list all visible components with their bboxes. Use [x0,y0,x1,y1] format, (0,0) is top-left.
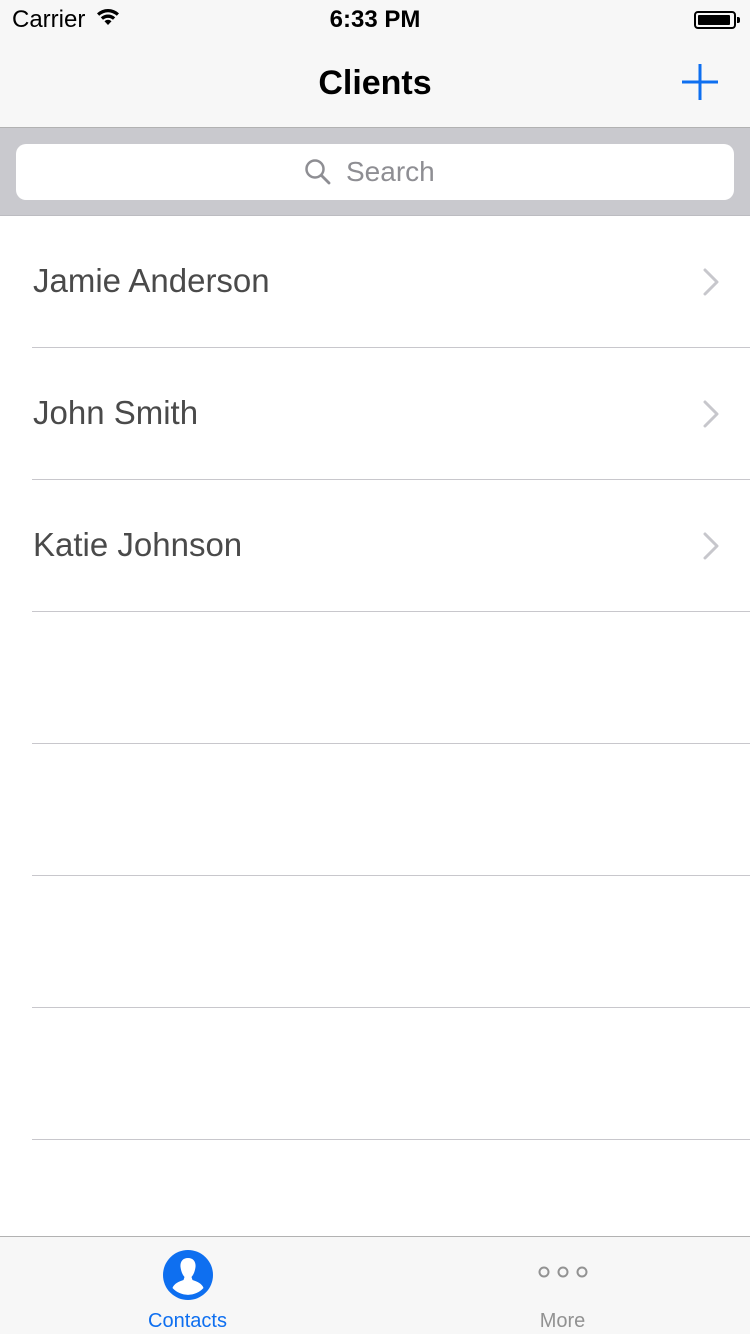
more-icon [538,1266,587,1278]
client-list: Jamie Anderson John Smith Katie Johnson [0,216,750,1140]
page-title: Clients [318,64,432,102]
empty-row [0,744,750,876]
tab-contacts[interactable]: Contacts [0,1237,375,1334]
client-row[interactable]: John Smith [0,348,750,480]
client-name: John Smith [33,394,199,431]
client-name: Katie Johnson [33,526,243,563]
chevron-right-icon [703,400,719,428]
contacts-icon [162,1250,213,1300]
tab-bar: Contacts More [0,1236,750,1334]
search-icon [305,159,331,185]
add-client-button[interactable] [680,62,720,102]
client-row[interactable]: Jamie Anderson [0,216,750,348]
navigation-bar: Clients [0,40,750,128]
battery-icon [694,11,740,29]
search-input[interactable] [346,156,446,188]
plus-icon [682,64,718,100]
status-bar: Carrier 6:33 PM [0,0,750,40]
tab-label: Contacts [148,1310,227,1332]
empty-row [0,612,750,744]
client-name: Jamie Anderson [33,262,270,299]
tab-more[interactable]: More [375,1237,750,1334]
tab-label: More [539,1310,586,1332]
chevron-right-icon [703,268,719,296]
client-row[interactable]: Katie Johnson [0,480,750,612]
search-bar [0,128,750,216]
status-time: 6:33 PM [329,6,421,33]
empty-row [0,1008,750,1140]
chevron-right-icon [703,532,719,560]
search-field[interactable] [16,144,734,200]
empty-row [0,876,750,1008]
